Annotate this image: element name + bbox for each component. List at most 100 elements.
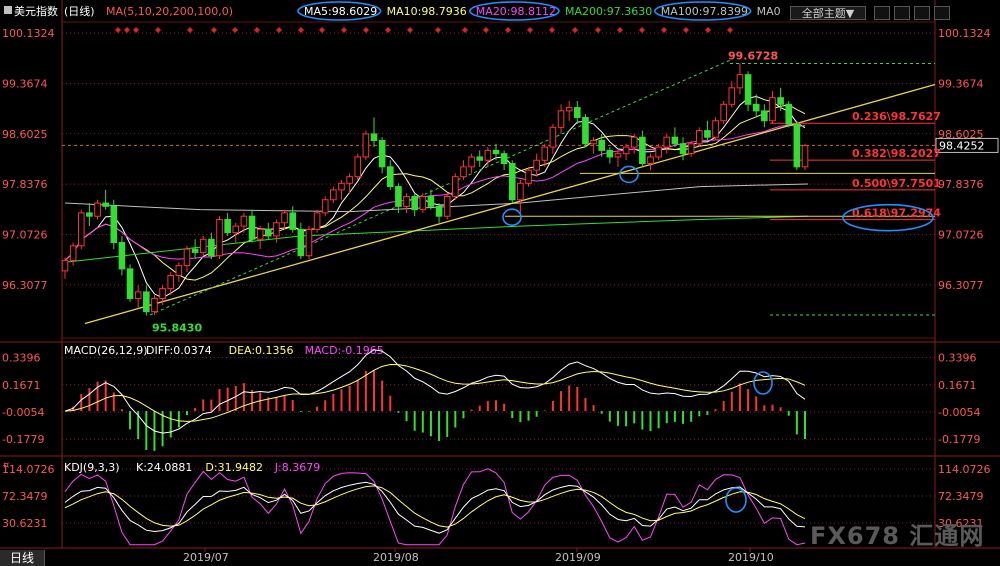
y-tick-label-right: 96.3077	[938, 279, 984, 292]
candle-body	[549, 126, 557, 148]
candle-body	[183, 248, 191, 267]
x-tick-label: 2019/10	[728, 551, 774, 564]
channel-line	[149, 59, 731, 316]
candle-body	[305, 228, 313, 257]
macd-y-tick-left: -0.0054	[2, 406, 44, 419]
signal-marker	[595, 27, 601, 33]
candle-body	[517, 182, 524, 201]
signal-marker	[254, 27, 260, 33]
candle-body	[94, 202, 101, 217]
candle-body	[175, 265, 183, 276]
signal-marker	[319, 27, 325, 33]
candle-body	[492, 149, 500, 155]
candle-body	[582, 116, 589, 145]
candle-body	[533, 159, 540, 171]
candle-body	[232, 225, 240, 234]
maximize-icon[interactable]	[894, 6, 910, 20]
candle-body	[354, 156, 362, 178]
candle-body	[614, 153, 622, 158]
restore-icon[interactable]	[914, 6, 930, 20]
minimize-icon[interactable]	[874, 6, 890, 20]
candle-body	[435, 205, 443, 217]
candlestick-chart[interactable]: 100.1324 100.1324 99.3674 99.3674 98.6025 98.…	[0, 0, 1000, 566]
candle-body	[541, 146, 549, 161]
signal-marker	[462, 27, 468, 33]
candle-body	[151, 298, 158, 313]
signal-marker	[661, 27, 667, 33]
candle-body	[330, 189, 337, 201]
kdj-k-line	[64, 481, 806, 534]
y-tick-label-left: 96.3077	[2, 279, 48, 292]
candle-body	[712, 120, 719, 138]
signal-marker	[124, 27, 130, 33]
candle-body	[362, 133, 370, 158]
candle-body	[191, 248, 199, 253]
signal-marker	[407, 27, 413, 33]
candle-body	[256, 228, 264, 240]
candle-body	[508, 163, 516, 201]
candle-body	[338, 182, 345, 191]
candle-body	[468, 156, 475, 168]
timeframe-tab[interactable]: 日线	[0, 550, 45, 566]
ma-legend-value: MA200:97.3630	[565, 5, 652, 18]
timeframe-label: (日线)	[64, 4, 95, 18]
annotation-circle	[725, 487, 747, 513]
macd-legend-value: DIFF:0.0374	[146, 344, 212, 357]
kdj-y-tick-right: 114.0726	[938, 463, 991, 476]
y-tick-label-left: 97.0726	[2, 228, 48, 241]
close-icon[interactable]	[934, 6, 950, 20]
kdj-legend-value: K:24.0881	[136, 461, 192, 474]
ma-legend-value: MA5:98.6029	[304, 5, 377, 18]
main-panel-frame	[61, 21, 936, 339]
y-tick-label-right: 97.0726	[938, 228, 984, 241]
y-tick-label-right: 100.1324	[938, 27, 991, 40]
y-tick-label-left: 98.6025	[2, 128, 48, 141]
kdj-d-line	[64, 485, 806, 528]
candle-body	[443, 195, 451, 217]
macd-y-tick-right: 0.3396	[938, 352, 977, 365]
signal-marker	[727, 27, 733, 33]
candle-body	[321, 199, 329, 214]
signal-marker	[155, 27, 161, 33]
kdj-title: KDJ(9,3,3)	[64, 461, 120, 474]
candle-body	[606, 149, 614, 158]
ma-params: MA(5,10,20,200,100,0)	[106, 5, 233, 18]
signal-marker	[683, 27, 689, 33]
kdj-j-line	[64, 468, 806, 546]
signal-marker	[527, 27, 533, 33]
candle-body	[61, 259, 69, 272]
y-tick-label-left: 100.1324	[2, 27, 55, 40]
candle-body	[574, 107, 581, 118]
theme-dropdown-button[interactable]: 全部主题▼	[790, 6, 866, 20]
candle-body	[598, 140, 606, 151]
candle-body	[159, 288, 166, 299]
signal-marker	[385, 27, 391, 33]
ma-line-ma10	[64, 104, 806, 281]
chart-window: 100.1324 100.1324 99.3674 99.3674 98.6025 98.…	[0, 0, 1000, 566]
macd-y-tick-left: 0.3396	[2, 352, 41, 365]
candle-body	[525, 169, 532, 184]
candle-body	[427, 195, 435, 207]
candle-body	[801, 145, 809, 168]
kdj-legend-value: J:8.3679	[274, 461, 320, 474]
annotation-circle	[502, 208, 522, 227]
candle-body	[460, 166, 467, 178]
candle-body	[208, 238, 215, 257]
macd-y-tick-right: -0.1779	[938, 433, 980, 446]
kdj-settings-icon: ¤	[3, 460, 9, 471]
candle-body	[386, 166, 394, 188]
candle-body	[264, 228, 272, 237]
y-tick-label-left: 99.3674	[2, 77, 48, 90]
candle-body	[704, 130, 711, 138]
candle-body	[143, 291, 150, 313]
macd-y-tick-left: 0.1671	[2, 379, 41, 392]
kdj-legend-value: D:31.9482	[205, 461, 263, 474]
ma-legend-value: MA0	[757, 5, 781, 18]
candle-body	[777, 97, 784, 105]
macd-y-tick-right: -0.0054	[938, 406, 980, 419]
candle-body	[313, 212, 321, 230]
ma-legend-value: MA100:97.8399	[661, 5, 748, 18]
candle-body	[289, 212, 296, 230]
macd-dea-line	[64, 363, 806, 422]
candle-body	[500, 153, 508, 165]
